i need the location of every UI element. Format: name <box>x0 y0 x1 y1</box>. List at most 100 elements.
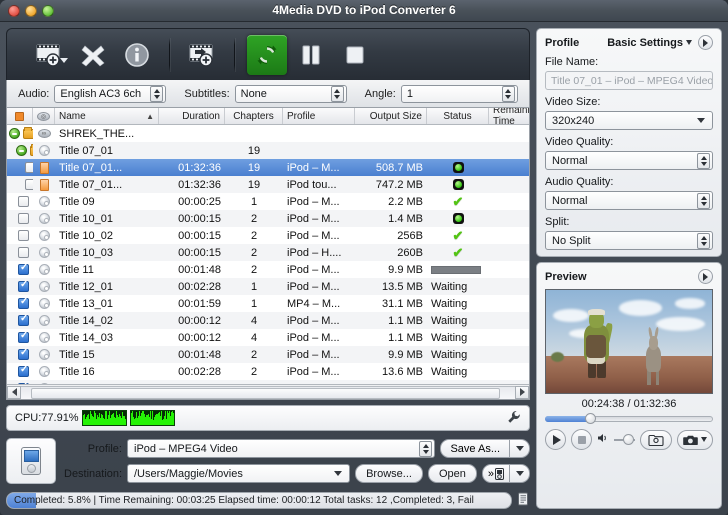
row-checkbox[interactable] <box>18 313 29 326</box>
save-as-button[interactable]: Save As... <box>440 439 510 458</box>
row-checkbox[interactable] <box>25 179 33 190</box>
row-checkbox[interactable] <box>18 213 29 224</box>
audio-quality-stepper[interactable] <box>697 192 710 209</box>
split-select[interactable]: No Split <box>545 231 713 250</box>
basic-settings-menu[interactable]: Basic Settings <box>607 37 692 49</box>
convert-button[interactable] <box>247 34 287 75</box>
row-checkbox[interactable] <box>25 162 33 173</box>
subtitles-stepper[interactable] <box>330 85 344 102</box>
profile-select[interactable]: iPod – MPEG4 Video <box>127 439 436 458</box>
table-header-name[interactable]: Name ▲ <box>55 108 159 124</box>
table-header-status[interactable]: Status <box>427 108 489 124</box>
expander-icon[interactable] <box>9 128 20 139</box>
profile-stepper[interactable] <box>419 440 433 457</box>
row-checkbox[interactable] <box>18 279 29 292</box>
select-all-icon[interactable] <box>15 111 24 121</box>
table-row[interactable]: Title 16 00:02:28 2 iPod – M... 13.6 MB Waiti… <box>7 363 529 380</box>
open-button[interactable]: Open <box>427 464 477 483</box>
audio-stepper[interactable] <box>150 85 164 102</box>
table-row[interactable]: Title 10_03 00:00:15 2 iPod – H.... 260B ✔ <box>7 244 529 261</box>
table-row[interactable]: ∞ SHREK_THE... <box>7 125 529 142</box>
stop-button[interactable] <box>335 35 375 75</box>
table-header-check[interactable] <box>7 108 33 124</box>
table-row[interactable]: Title 09 00:00:25 1 iPod – M... 2.2 MB ✔ <box>7 193 529 210</box>
snapshot-button[interactable] <box>677 429 713 450</box>
table-row[interactable]: Title 14_02 00:00:12 4 iPod – M... 1.1 MB Wai… <box>7 312 529 329</box>
add-dvd-button[interactable] <box>29 35 69 75</box>
row-checkbox[interactable] <box>18 330 29 343</box>
table-header-icon[interactable]: ◎ <box>33 108 55 124</box>
cell-check[interactable] <box>7 244 33 261</box>
cell-check[interactable] <box>7 210 33 227</box>
scroll-track[interactable] <box>21 385 515 399</box>
audio-select[interactable]: English AC3 6ch <box>54 84 167 103</box>
device-transfer-menu-button[interactable] <box>510 464 530 483</box>
save-as-menu-button[interactable] <box>510 439 530 458</box>
volume-knob[interactable] <box>623 434 635 445</box>
play-button[interactable] <box>545 429 566 450</box>
expander-icon[interactable] <box>16 145 27 156</box>
table-header-output_size[interactable]: Output Size <box>355 108 427 124</box>
snapshot-folder-button[interactable] <box>640 429 672 450</box>
scroll-right-button[interactable] <box>515 385 529 399</box>
table-row[interactable]: Title 14_03 00:00:12 4 iPod – M... 1.1 MB Wai… <box>7 329 529 346</box>
scroll-thumb[interactable] <box>30 387 501 399</box>
split-stepper[interactable] <box>697 232 710 249</box>
row-checkbox[interactable] <box>18 381 29 384</box>
table-row[interactable]: Title 07_01 19 <box>7 142 529 159</box>
row-checkbox[interactable] <box>18 347 29 360</box>
video-quality-stepper[interactable] <box>697 152 710 169</box>
profile-panel-disclose-button[interactable] <box>698 35 713 50</box>
subtitles-select[interactable]: None <box>234 84 347 103</box>
row-checkbox[interactable] <box>18 296 29 309</box>
cell-check[interactable] <box>7 346 33 363</box>
cell-check[interactable] <box>7 312 33 329</box>
cell-check[interactable] <box>7 363 33 380</box>
table-header-duration[interactable]: Duration <box>159 108 225 124</box>
volume-slider[interactable] <box>614 434 635 445</box>
cell-check[interactable] <box>7 176 33 193</box>
device-transfer-split-button[interactable]: » <box>481 464 530 483</box>
stop-preview-button[interactable] <box>571 429 592 450</box>
horizontal-scrollbar[interactable] <box>7 384 529 399</box>
cell-check[interactable] <box>7 295 33 312</box>
browse-button[interactable]: Browse... <box>355 464 423 483</box>
table-header-profile[interactable]: Profile <box>283 108 355 124</box>
table-header-chapters[interactable]: Chapters <box>225 108 283 124</box>
info-button[interactable] <box>117 35 157 75</box>
seek-knob[interactable] <box>585 413 597 424</box>
table-row[interactable]: Title 10_01 00:00:15 2 iPod – M... 1.4 MB <box>7 210 529 227</box>
table-row[interactable]: Title 12_01 00:02:28 1 iPod – M... 13.5 MB Wa… <box>7 278 529 295</box>
video-size-select[interactable]: 320x240 <box>545 111 713 130</box>
preview-video[interactable] <box>545 289 713 394</box>
log-icon[interactable] <box>517 492 530 509</box>
angle-stepper[interactable] <box>501 85 515 102</box>
cell-check[interactable] <box>7 261 33 278</box>
add-file-button[interactable] <box>182 35 222 75</box>
row-checkbox[interactable] <box>18 196 29 207</box>
row-checkbox[interactable] <box>18 364 29 377</box>
cell-check[interactable] <box>7 227 33 244</box>
table-row[interactable]: Title 15 00:01:48 2 iPod – M... 9.9 MB Waitin… <box>7 346 529 363</box>
remove-button[interactable] <box>73 35 113 75</box>
video-quality-select[interactable]: Normal <box>545 151 713 170</box>
transfer-to-device-button[interactable]: » <box>481 464 510 483</box>
pause-button[interactable] <box>291 35 331 75</box>
cell-check[interactable] <box>7 125 33 142</box>
table-row[interactable]: Title 07_01... 01:32:36 19 iPod – M... 508.7… <box>7 159 529 176</box>
scroll-left-button[interactable] <box>7 385 21 399</box>
cell-check[interactable] <box>7 329 33 346</box>
angle-select[interactable]: 1 <box>400 84 518 103</box>
cell-check[interactable] <box>7 278 33 295</box>
row-checkbox[interactable] <box>18 262 29 275</box>
table-row[interactable]: Title 10_02 00:00:15 2 iPod – M... 256B ✔ <box>7 227 529 244</box>
row-checkbox[interactable] <box>18 230 29 241</box>
destination-select[interactable]: /Users/Maggie/Movies <box>127 464 351 483</box>
file-name-field[interactable]: Title 07_01 – iPod – MPEG4 Video <box>545 71 713 90</box>
preview-panel-disclose-button[interactable] <box>698 269 713 284</box>
preview-seek-bar[interactable] <box>545 413 713 424</box>
table-header-remaining[interactable]: Remaining Time <box>489 108 529 127</box>
cell-check[interactable] <box>7 159 33 176</box>
row-checkbox[interactable] <box>18 247 29 258</box>
wrench-icon[interactable] <box>507 410 521 427</box>
